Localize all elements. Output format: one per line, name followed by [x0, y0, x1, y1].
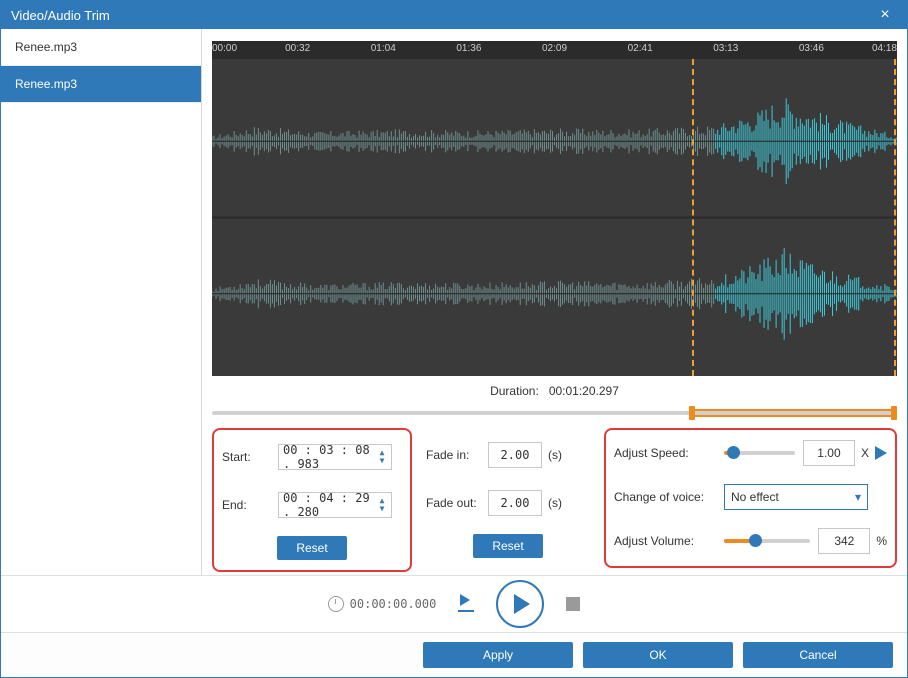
volume-label: Adjust Volume:: [614, 534, 724, 548]
fade-unit: (s): [548, 448, 562, 462]
cancel-button[interactable]: Cancel: [743, 642, 893, 668]
volume-slider[interactable]: [724, 532, 810, 550]
file-list-item-label: Renee.mp3: [15, 40, 77, 54]
timeline-tick: 01:04: [371, 43, 396, 54]
window-title: Video/Audio Trim: [11, 8, 110, 23]
start-label: Start:: [222, 450, 278, 464]
start-time-input[interactable]: 00 : 03 : 08 . 983 ▲▼: [278, 444, 392, 470]
voice-label: Change of voice:: [614, 490, 724, 504]
trim-time-group: Start: 00 : 03 : 08 . 983 ▲▼ End: 00 : 0…: [212, 428, 412, 572]
timeline-tick: 03:13: [713, 43, 738, 54]
speed-slider[interactable]: [724, 444, 795, 462]
timeline-tick: 00:32: [285, 43, 310, 54]
timeline-tick: 01:36: [456, 43, 481, 54]
selection-start-marker[interactable]: [692, 59, 694, 376]
speed-row: Adjust Speed: 1.00 X: [614, 436, 887, 470]
ok-button[interactable]: OK: [583, 642, 733, 668]
file-list-item-label: Renee.mp3: [15, 77, 77, 91]
timeline-ruler[interactable]: 00:00 00:32 01:04 01:36 02:09 02:41 03:13 03:46…: [212, 41, 897, 59]
set-start-icon[interactable]: [458, 596, 474, 612]
controls-row: Start: 00 : 03 : 08 . 983 ▲▼ End: 00 : 0…: [212, 428, 897, 572]
start-row: Start: 00 : 03 : 08 . 983 ▲▼: [222, 440, 402, 474]
scrub-selection[interactable]: [692, 409, 894, 417]
speed-input[interactable]: 1.00: [803, 440, 855, 466]
fade-group: Fade in: 2.00 (s) Fade out: 2.00 (s) Res…: [418, 428, 598, 568]
preview-speed-icon[interactable]: [875, 446, 887, 460]
timeline-tick: 00:00: [212, 43, 237, 54]
fade-out-row: Fade out: 2.00 (s): [426, 486, 590, 520]
scrub-handle-end[interactable]: [891, 406, 897, 420]
play-icon: [514, 594, 530, 614]
play-button[interactable]: [496, 580, 544, 628]
stop-button[interactable]: [566, 597, 580, 611]
speed-unit: X: [861, 446, 869, 460]
fade-in-input[interactable]: 2.00: [488, 442, 542, 468]
volume-row: Adjust Volume: 342 %: [614, 524, 887, 558]
end-label: End:: [222, 498, 278, 512]
fade-out-label: Fade out:: [426, 496, 488, 510]
volume-input[interactable]: 342: [818, 528, 870, 554]
spin-down-icon[interactable]: ▼: [377, 505, 387, 513]
end-row: End: 00 : 04 : 29 . 280 ▲▼: [222, 488, 402, 522]
speed-label: Adjust Speed:: [614, 446, 724, 460]
scrub-handle-start[interactable]: [689, 406, 695, 420]
footer: Apply OK Cancel: [1, 632, 907, 677]
titlebar: Video/Audio Trim ×: [1, 1, 907, 29]
timeline-tick: 02:09: [542, 43, 567, 54]
fade-in-label: Fade in:: [426, 448, 488, 462]
app-window: Video/Audio Trim × Renee.mp3 Renee.mp3 0…: [0, 0, 908, 678]
adjust-group: Adjust Speed: 1.00 X Change of voice: No…: [604, 428, 897, 568]
volume-unit: %: [876, 534, 887, 548]
trim-scrubber[interactable]: [212, 404, 897, 420]
clock-icon: [328, 596, 344, 612]
reset-trim-button[interactable]: Reset: [277, 536, 347, 560]
file-list: Renee.mp3 Renee.mp3: [1, 29, 202, 575]
apply-button[interactable]: Apply: [423, 642, 573, 668]
selection-end-marker[interactable]: [894, 59, 896, 376]
end-time-input[interactable]: 00 : 04 : 29 . 280 ▲▼: [278, 492, 392, 518]
voice-row: Change of voice: No effect ▾: [614, 480, 887, 514]
waveform-display[interactable]: [212, 59, 897, 376]
timeline-tick: 03:46: [799, 43, 824, 54]
timeline-tick: 04:18: [872, 43, 897, 54]
body: Renee.mp3 Renee.mp3 00:00 00:32 01:04 01:36…: [1, 29, 907, 575]
chevron-down-icon: ▾: [855, 490, 861, 504]
reset-fade-button[interactable]: Reset: [473, 534, 543, 558]
main-panel: 00:00 00:32 01:04 01:36 02:09 02:41 03:13 03:46…: [202, 29, 907, 575]
end-time-value: 00 : 04 : 29 . 280: [283, 491, 373, 519]
file-list-item[interactable]: Renee.mp3: [1, 66, 201, 103]
fade-out-input[interactable]: 2.00: [488, 490, 542, 516]
fade-in-row: Fade in: 2.00 (s): [426, 438, 590, 472]
duration-readout: Duration: 00:01:20.297: [212, 376, 897, 402]
player-time-value: 00:00:00.000: [350, 597, 437, 611]
timeline-tick: 02:41: [628, 43, 653, 54]
fade-unit: (s): [548, 496, 562, 510]
spin-down-icon[interactable]: ▼: [377, 457, 387, 465]
player-bar: 00:00:00.000: [1, 575, 907, 632]
start-time-value: 00 : 03 : 08 . 983: [283, 443, 373, 471]
duration-value: 00:01:20.297: [549, 384, 619, 398]
waveform-svg: [212, 59, 897, 376]
close-icon[interactable]: ×: [873, 5, 897, 25]
file-list-item[interactable]: Renee.mp3: [1, 29, 201, 66]
voice-value: No effect: [731, 490, 779, 504]
voice-select[interactable]: No effect ▾: [724, 484, 868, 510]
duration-label: Duration:: [490, 384, 539, 398]
player-time: 00:00:00.000: [328, 596, 437, 612]
